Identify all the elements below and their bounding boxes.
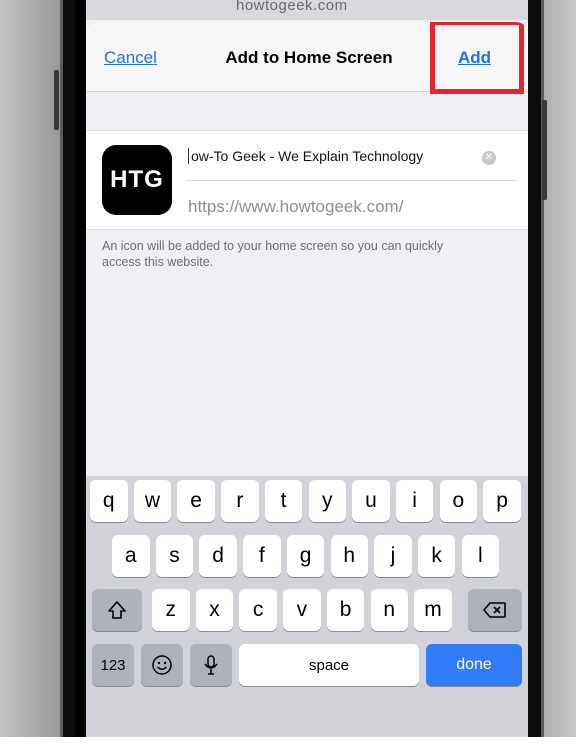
- done-key[interactable]: done: [426, 644, 522, 686]
- side-button-left: [54, 70, 59, 130]
- site-url: https://www.howtogeek.com/: [188, 197, 404, 216]
- key-d[interactable]: d: [199, 535, 237, 577]
- highlight-box: [430, 22, 524, 94]
- key-q[interactable]: q: [90, 480, 128, 522]
- key-x[interactable]: x: [195, 589, 234, 631]
- shift-key[interactable]: [92, 589, 142, 631]
- key-b[interactable]: b: [326, 589, 365, 631]
- emoji-key[interactable]: [141, 644, 183, 686]
- key-g[interactable]: g: [286, 535, 325, 577]
- name-field[interactable]: ow-To Geek - We Explain Technology ✕: [186, 135, 516, 181]
- site-icon: HTG: [102, 145, 172, 215]
- key-r[interactable]: r: [221, 480, 259, 522]
- key-c[interactable]: c: [239, 589, 277, 631]
- key-u[interactable]: u: [352, 480, 390, 522]
- key-s[interactable]: s: [155, 535, 194, 577]
- key-i[interactable]: i: [395, 480, 434, 522]
- microphone-icon: [204, 655, 218, 675]
- key-t[interactable]: t: [264, 480, 303, 522]
- numbers-key[interactable]: 123: [92, 644, 134, 686]
- space-key[interactable]: space: [239, 644, 419, 686]
- key-a[interactable]: a: [112, 535, 150, 577]
- dictation-key[interactable]: [190, 644, 232, 686]
- key-p[interactable]: p: [483, 480, 521, 522]
- key-k[interactable]: k: [417, 535, 456, 577]
- info-note: An icon will be added to your home scree…: [102, 239, 444, 269]
- key-m[interactable]: m: [414, 589, 452, 631]
- bookmark-card: HTG ow-To Geek - We Explain Technology ✕…: [86, 130, 528, 230]
- clear-icon[interactable]: ✕: [482, 151, 496, 165]
- key-e[interactable]: e: [177, 480, 215, 522]
- key-f[interactable]: f: [243, 535, 281, 577]
- side-button-right: [542, 100, 547, 200]
- name-field-value: ow-To Geek - We Explain Technology: [188, 148, 466, 164]
- backspace-icon: [483, 602, 506, 618]
- keyboard: qwertyuiop asdfghjkl zxcvbnm 123 space don…: [86, 476, 528, 737]
- key-w[interactable]: w: [133, 480, 172, 522]
- key-y[interactable]: y: [308, 480, 346, 522]
- nav-bar: Cancel Add to Home Screen Add: [86, 22, 528, 94]
- key-o[interactable]: o: [439, 480, 478, 522]
- background-strip: [0, 737, 576, 745]
- shift-icon: [108, 601, 126, 619]
- delete-key[interactable]: [468, 589, 522, 631]
- safari-url-bar: howtogeek.com: [86, 0, 528, 20]
- key-l[interactable]: l: [461, 535, 500, 577]
- key-v[interactable]: v: [283, 589, 321, 631]
- key-n[interactable]: n: [370, 589, 408, 631]
- url-bar-text: howtogeek.com: [236, 0, 348, 14]
- emoji-icon: [152, 655, 172, 675]
- phone-screen: howtogeek.com Cancel Add to Home Screen …: [86, 0, 528, 737]
- key-h[interactable]: h: [330, 535, 368, 577]
- key-j[interactable]: j: [374, 535, 412, 577]
- key-z[interactable]: z: [152, 589, 190, 631]
